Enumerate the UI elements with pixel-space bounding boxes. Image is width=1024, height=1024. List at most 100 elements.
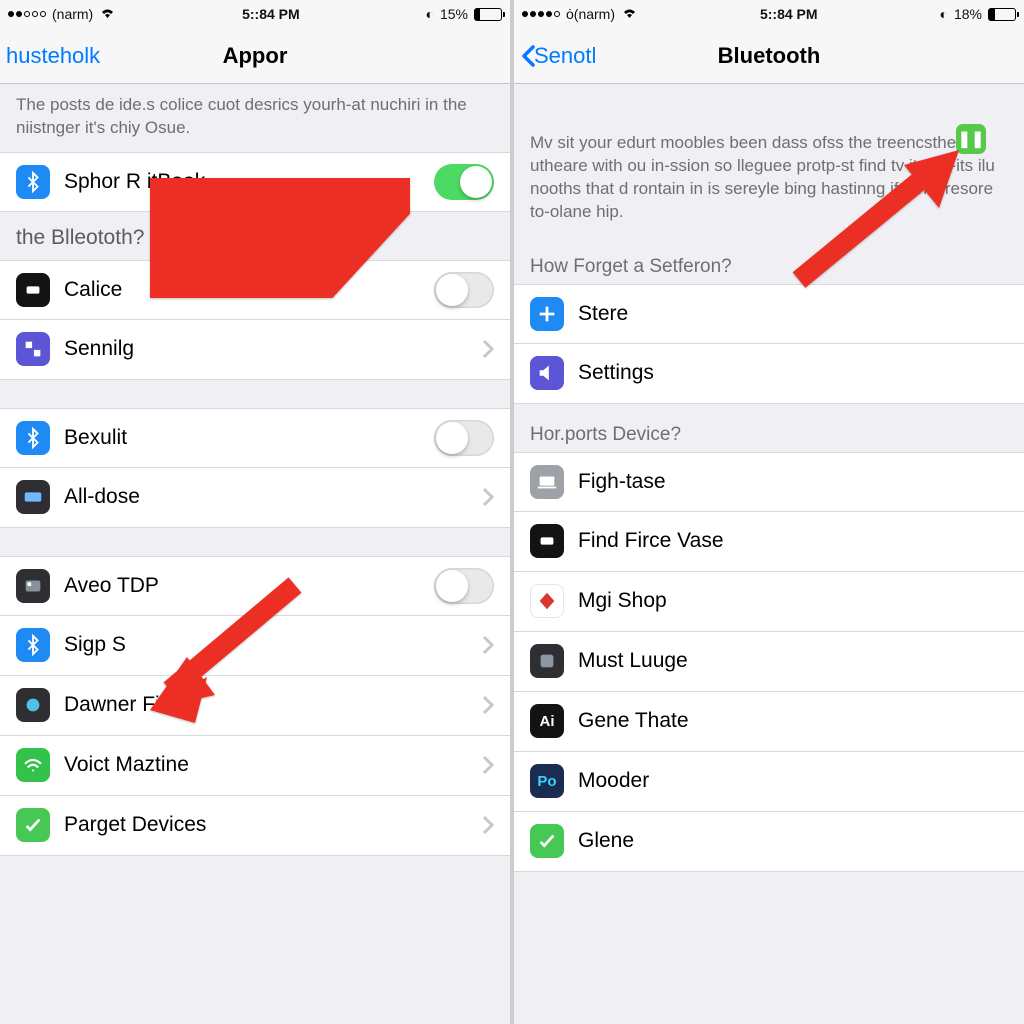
settings-icon <box>16 332 50 366</box>
diamond-icon <box>530 584 564 618</box>
wifi-icon <box>16 748 50 782</box>
row-mustluuge[interactable]: Must Luuge <box>514 632 1024 692</box>
laptop-icon <box>530 465 564 499</box>
row-label: Parget Devices <box>64 813 482 837</box>
row-label: Find Firce Vase <box>578 529 1008 553</box>
battery-percent: 18% <box>954 6 982 22</box>
section-header: How Forget a Setferon? <box>514 236 1024 284</box>
check-icon <box>16 808 50 842</box>
row-label: Dawner Fid <box>64 693 482 717</box>
page-title: Appor <box>223 43 288 69</box>
pause-badge-icon: ❚❚ <box>956 124 986 154</box>
clock-label: 5::84 PM <box>242 6 300 22</box>
clock-label: 5::84 PM <box>760 6 818 22</box>
battery-percent: 15% <box>440 6 468 22</box>
toggle-switch[interactable] <box>434 420 494 456</box>
back-button[interactable]: Senotl <box>520 43 596 69</box>
row-label: Gene Thate <box>578 709 1008 733</box>
device-icon <box>16 273 50 307</box>
battery-icon <box>988 8 1016 21</box>
phone-left: (narm) 5::84 PM ◐ 15% husteholk Appor Th… <box>0 0 510 1024</box>
bluetooth-icon <box>16 421 50 455</box>
row-label: Voict Maztine <box>64 753 482 777</box>
status-bar: ȯ(narm) 5::84 PM ◐ 18% <box>514 0 1024 28</box>
nav-bar: Senotl Bluetooth <box>514 28 1024 84</box>
alarm-icon: ◐ <box>426 6 434 22</box>
wifi-icon <box>621 6 638 22</box>
row-sigps[interactable]: Sigp S <box>0 616 510 676</box>
intro-text: Mv sit your edurt moobles been dass ofss… <box>514 84 1024 236</box>
battery-icon <box>474 8 502 21</box>
back-button[interactable]: husteholk <box>6 43 100 69</box>
device-icon <box>16 688 50 722</box>
row-label: Settings <box>578 361 1008 385</box>
device-icon <box>16 480 50 514</box>
back-label: husteholk <box>6 43 100 69</box>
alarm-icon: ◐ <box>940 6 948 22</box>
row-sennilg[interactable]: Sennilg <box>0 320 510 380</box>
row-mooder[interactable]: Po Mooder <box>514 752 1024 812</box>
status-bar: (narm) 5::84 PM ◐ 15% <box>0 0 510 28</box>
chevron-right-icon <box>482 755 494 775</box>
app-icon <box>530 644 564 678</box>
plus-icon <box>530 297 564 331</box>
page-title: Bluetooth <box>718 43 821 69</box>
device-icon <box>530 524 564 558</box>
row-label: All-dose <box>64 485 482 509</box>
row-aveotdp[interactable]: Aveo TDP <box>0 556 510 616</box>
row-label: Sennilg <box>64 337 482 361</box>
row-bexulit[interactable]: Bexulit <box>0 408 510 468</box>
content-area: ❚❚ Mv sit your edurt moobles been dass o… <box>514 84 1024 1024</box>
signal-dots-icon <box>8 11 46 17</box>
po-icon: Po <box>530 764 564 798</box>
row-fightase[interactable]: Figh-tase <box>514 452 1024 512</box>
row-pargetdevices[interactable]: Parget Devices <box>0 796 510 856</box>
row-label: Figh-tase <box>578 470 1008 494</box>
chevron-right-icon <box>482 487 494 507</box>
row-alldose[interactable]: All-dose <box>0 468 510 528</box>
section-header: the Blleototh? <box>0 212 510 260</box>
row-settings[interactable]: Settings <box>514 344 1024 404</box>
chevron-right-icon <box>482 339 494 359</box>
bluetooth-icon <box>16 628 50 662</box>
row-label: Mooder <box>578 769 1008 793</box>
row-label: Sphor R itBook <box>64 170 434 194</box>
row-label: Stere <box>578 302 1008 326</box>
nav-bar: husteholk Appor <box>0 28 510 84</box>
section-header: Hor.ports Device? <box>514 404 1024 452</box>
row-dawnerfid[interactable]: Dawner Fid <box>0 676 510 736</box>
row-genethate[interactable]: Ai Gene Thate <box>514 692 1024 752</box>
chevron-right-icon <box>482 815 494 835</box>
device-icon <box>16 569 50 603</box>
row-voictmaztine[interactable]: Voict Maztine <box>0 736 510 796</box>
toggle-switch[interactable] <box>434 568 494 604</box>
row-label: Glene <box>578 829 1008 853</box>
row-label: Aveo TDP <box>64 574 434 598</box>
row-stere[interactable]: Stere <box>514 284 1024 344</box>
row-mgishop[interactable]: Mgi Shop <box>514 572 1024 632</box>
ai-icon: Ai <box>530 704 564 738</box>
phone-right: ȯ(narm) 5::84 PM ◐ 18% Senotl Bluetooth … <box>514 0 1024 1024</box>
row-calice[interactable]: Calice <box>0 260 510 320</box>
carrier-label: ȯ(narm) <box>566 6 615 22</box>
row-label: Must Luuge <box>578 649 1008 673</box>
back-label: Senotl <box>534 43 596 69</box>
row-findfirevase[interactable]: Find Firce Vase <box>514 512 1024 572</box>
carrier-label: (narm) <box>52 6 93 22</box>
row-main-toggle[interactable]: Sphor R itBook <box>0 152 510 212</box>
row-label: Mgi Shop <box>578 589 1008 613</box>
signal-dots-icon <box>522 11 560 17</box>
chevron-right-icon <box>482 695 494 715</box>
check-icon <box>530 824 564 858</box>
sound-icon <box>530 356 564 390</box>
content-area: The posts de ide.s colice cuot desrics y… <box>0 84 510 1024</box>
toggle-switch[interactable] <box>434 164 494 200</box>
bluetooth-icon <box>16 165 50 199</box>
wifi-icon <box>99 6 116 22</box>
row-label: Bexulit <box>64 426 434 450</box>
toggle-switch[interactable] <box>434 272 494 308</box>
row-glene[interactable]: Glene <box>514 812 1024 872</box>
intro-text: The posts de ide.s colice cuot desrics y… <box>0 84 510 152</box>
chevron-right-icon <box>482 635 494 655</box>
row-label: Sigp S <box>64 633 482 657</box>
